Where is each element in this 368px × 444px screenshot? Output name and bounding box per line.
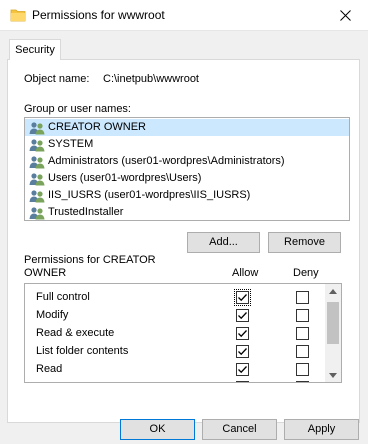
table-row-partial: [25, 379, 325, 383]
list-item-label: IIS_IUSRS (user01-wordpres\IIS_IUSRS): [48, 189, 251, 201]
table-row: Read & execute: [25, 325, 325, 343]
permissions-heading-line1: Permissions for CREATOR: [24, 254, 156, 266]
tab-security[interactable]: Security: [9, 39, 61, 60]
allow-checkbox[interactable]: [234, 289, 251, 306]
checkmark-icon: [238, 312, 247, 320]
permissions-list[interactable]: Full control Modify Read & execute List …: [24, 283, 342, 383]
permissions-heading-line2: OWNER: [24, 267, 67, 279]
users-icon: [29, 138, 45, 151]
list-item[interactable]: IIS_IUSRS (user01-wordpres\IIS_IUSRS): [25, 187, 349, 204]
list-item[interactable]: Administrators (user01-wordpres\Administ…: [25, 153, 349, 170]
deny-checkbox[interactable]: [296, 345, 309, 358]
permission-name: Read & execute: [36, 327, 115, 339]
users-icon: [29, 172, 45, 185]
deny-checkbox[interactable]: [296, 381, 309, 382]
list-item-label: SYSTEM: [48, 138, 94, 150]
users-icon: [29, 155, 45, 168]
deny-checkbox[interactable]: [296, 309, 309, 322]
title-bar: Permissions for wwwroot: [0, 0, 368, 31]
permission-name: Full control: [36, 291, 90, 303]
scroll-down-icon[interactable]: [329, 373, 337, 378]
list-item[interactable]: CREATOR OWNER: [25, 119, 349, 136]
add-button[interactable]: Add...: [187, 232, 260, 253]
table-row: Modify: [25, 307, 325, 325]
object-name-value: C:\inetpub\wwwroot: [103, 73, 199, 85]
group-user-names-label: Group or user names:: [24, 103, 131, 115]
deny-column-header: Deny: [293, 267, 319, 279]
checkmark-icon: [238, 294, 247, 302]
table-row: List folder contents: [25, 343, 325, 361]
deny-checkbox[interactable]: [296, 327, 309, 340]
remove-button[interactable]: Remove: [268, 232, 341, 253]
list-item-label: TrustedInstaller: [48, 206, 124, 218]
window-title: Permissions for wwwroot: [32, 8, 165, 22]
allow-checkbox[interactable]: [236, 309, 249, 322]
permission-name: List folder contents: [36, 345, 129, 357]
apply-button[interactable]: Apply: [284, 419, 359, 440]
object-name-label: Object name:: [24, 73, 90, 85]
ok-button[interactable]: OK: [120, 419, 195, 440]
allow-checkbox[interactable]: [236, 381, 249, 383]
checkmark-icon: [238, 330, 247, 338]
deny-checkbox[interactable]: [296, 291, 309, 304]
checkmark-icon: [238, 366, 247, 374]
checkmark-icon: [238, 348, 247, 356]
close-icon: [339, 10, 351, 21]
allow-column-header: Allow: [232, 267, 259, 279]
list-item[interactable]: TrustedInstaller: [25, 204, 349, 221]
users-icon: [29, 189, 45, 202]
close-button[interactable]: [322, 0, 368, 31]
users-icon: [29, 121, 45, 134]
allow-checkbox[interactable]: [236, 363, 249, 376]
users-icon: [29, 206, 45, 219]
cancel-button[interactable]: Cancel: [202, 419, 277, 440]
list-item[interactable]: Users (user01-wordpres\Users): [25, 170, 349, 187]
allow-checkbox[interactable]: [236, 327, 249, 340]
scroll-thumb[interactable]: [327, 302, 339, 344]
list-item[interactable]: SYSTEM: [25, 136, 349, 153]
permission-name: Read: [36, 363, 63, 375]
dialog-body: Security Object name: C:\inetpub\wwwroot…: [0, 31, 368, 444]
permissions-scrollbar[interactable]: [325, 284, 341, 382]
group-user-list[interactable]: CREATOR OWNER SYSTEM Administrators (use…: [24, 117, 350, 221]
list-item-label: Administrators (user01-wordpres\Administ…: [48, 155, 285, 167]
table-row: Read: [25, 361, 325, 379]
table-row: Full control: [25, 289, 325, 307]
checkmark-icon: [237, 382, 248, 383]
deny-checkbox[interactable]: [296, 363, 309, 376]
list-item-label: Users (user01-wordpres\Users): [48, 172, 202, 184]
allow-checkbox[interactable]: [236, 345, 249, 358]
scroll-up-icon[interactable]: [329, 289, 337, 294]
permission-name: Modify: [36, 309, 69, 321]
list-item-label: CREATOR OWNER: [48, 121, 146, 133]
folder-icon: [10, 9, 26, 22]
